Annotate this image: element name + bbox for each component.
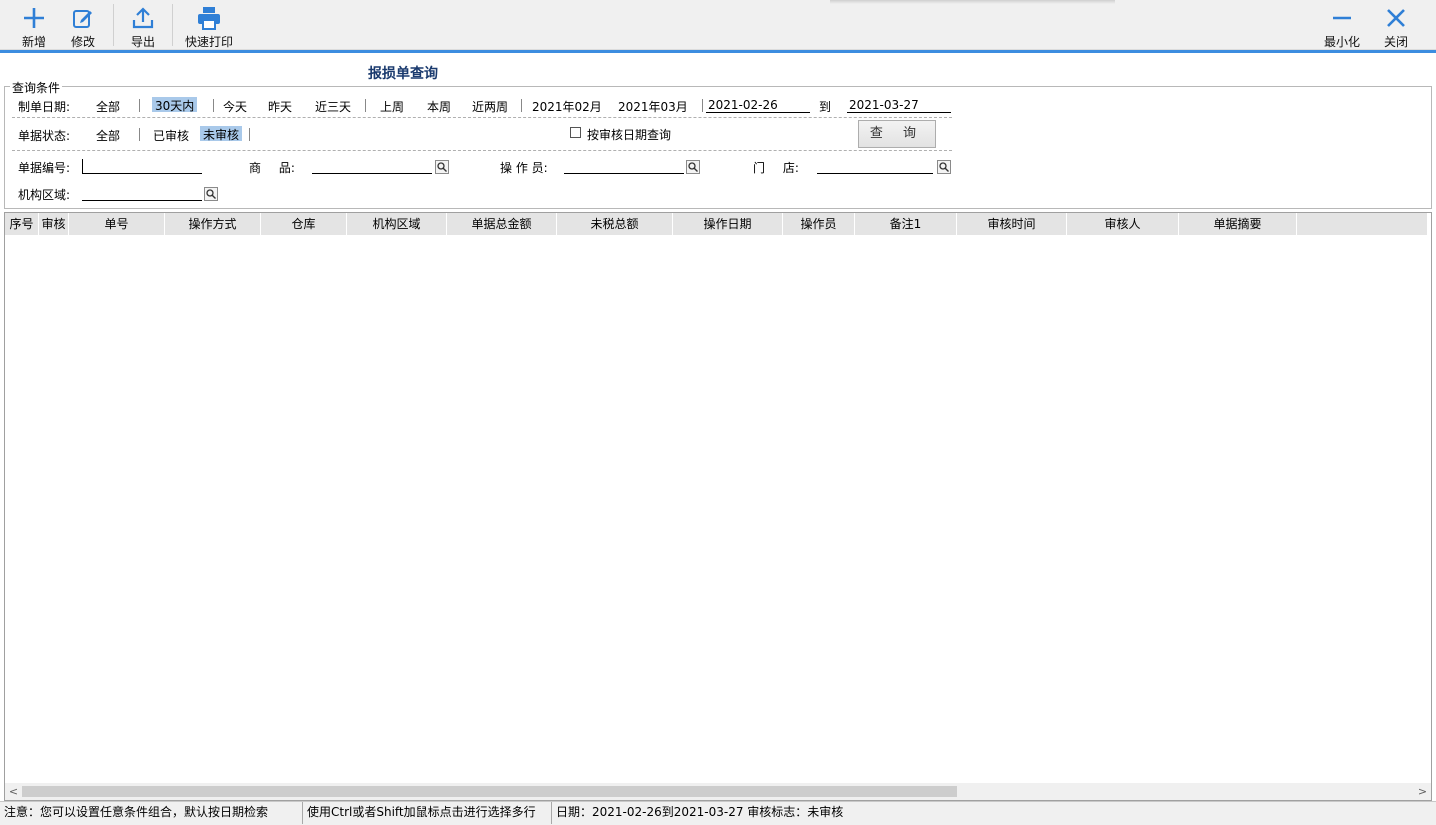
toolbar-accent-line xyxy=(0,50,1436,53)
date-option-2weeks[interactable]: 近两周 xyxy=(469,98,511,115)
status-option-all[interactable]: 全部 xyxy=(93,127,123,144)
date-to-field[interactable]: 2021-03-27 xyxy=(847,98,951,113)
scroll-right-icon[interactable]: > xyxy=(1414,783,1431,800)
column-header[interactable]: 仓库 xyxy=(261,213,347,235)
status-bar: 注意：您可以设置任意条件组合，默认按日期检索 使用Ctrl或者Shift加鼠标点… xyxy=(0,801,1436,825)
divider xyxy=(365,99,366,112)
query-legend: 查询条件 xyxy=(10,79,63,96)
scrollbar-thumb[interactable] xyxy=(22,786,957,797)
store-input[interactable] xyxy=(817,159,933,174)
edit-label: 修改 xyxy=(70,35,95,49)
export-button[interactable]: 导出 xyxy=(123,4,163,49)
column-header[interactable]: 审核时间 xyxy=(957,213,1067,235)
export-label: 导出 xyxy=(130,35,155,49)
upload-icon xyxy=(132,7,154,29)
toolbar: 新增 修改 导出 快速打印 最小化 关闭 xyxy=(0,0,1436,50)
add-label: 新增 xyxy=(21,35,46,49)
operator-lookup-button[interactable] xyxy=(686,160,700,174)
date-from-field[interactable]: 2021-02-26 xyxy=(706,98,810,113)
divider xyxy=(249,128,250,141)
printer-icon xyxy=(198,7,220,30)
region-label: 机构区域: xyxy=(18,188,71,202)
quick-print-button[interactable]: 快速打印 xyxy=(180,4,238,49)
edit-button[interactable]: 修改 xyxy=(63,4,103,49)
edit-icon xyxy=(73,10,92,28)
add-button[interactable]: 新增 xyxy=(14,4,54,49)
results-grid[interactable]: 序号 审核 单号 操作方式 仓库 机构区域 单据总金额 未税总额 操作日期 操作… xyxy=(4,212,1432,801)
column-header[interactable]: 单据总金额 xyxy=(447,213,557,235)
divider xyxy=(213,99,214,112)
status-summary: 日期：2021-02-26到2021-03-27 审核标志：未审核 xyxy=(556,805,844,819)
operator-input[interactable] xyxy=(564,159,684,174)
divider xyxy=(139,128,140,141)
search-icon xyxy=(437,162,447,172)
scroll-left-icon[interactable]: < xyxy=(5,783,22,800)
column-header[interactable]: 操作日期 xyxy=(673,213,783,235)
grid-header: 序号 审核 单号 操作方式 仓库 机构区域 单据总金额 未税总额 操作日期 操作… xyxy=(5,213,1427,235)
date-option-feb[interactable]: 2021年02月 xyxy=(529,98,605,115)
window-shadow xyxy=(830,0,1115,4)
horizontal-scrollbar[interactable]: < > xyxy=(5,783,1431,800)
goods-label: 商 品: xyxy=(249,161,295,175)
goods-input[interactable] xyxy=(312,159,432,174)
store-lookup-button[interactable] xyxy=(937,160,951,174)
date-option-all[interactable]: 全部 xyxy=(93,98,123,115)
search-icon xyxy=(688,162,698,172)
column-header[interactable]: 审核 xyxy=(39,213,69,235)
minimize-button[interactable]: 最小化 xyxy=(1320,4,1364,49)
operator-label: 操 作 员: xyxy=(500,161,548,175)
close-button[interactable]: 关闭 xyxy=(1376,4,1416,49)
column-header[interactable]: 未税总额 xyxy=(557,213,673,235)
minimize-label: 最小化 xyxy=(1323,35,1360,49)
status-option-unaudited[interactable]: 未审核 xyxy=(200,126,243,142)
minimize-icon xyxy=(1333,16,1351,20)
goods-lookup-button[interactable] xyxy=(435,160,449,174)
divider xyxy=(521,99,522,112)
doc-no-input[interactable] xyxy=(82,159,202,174)
divider xyxy=(702,99,703,112)
date-label: 制单日期: xyxy=(18,100,71,114)
date-option-3days[interactable]: 近三天 xyxy=(312,98,354,115)
column-header[interactable]: 序号 xyxy=(5,213,39,235)
status-hint: 注意：您可以设置任意条件组合，默认按日期检索 xyxy=(0,802,303,824)
toolbar-separator xyxy=(172,4,173,46)
region-input[interactable] xyxy=(82,186,202,201)
row-divider xyxy=(12,150,952,151)
close-label: 关闭 xyxy=(1383,35,1408,49)
audit-date-checkbox[interactable] xyxy=(570,127,581,138)
date-option-mar[interactable]: 2021年03月 xyxy=(615,98,691,115)
date-option-last-week[interactable]: 上周 xyxy=(377,98,407,115)
column-header[interactable]: 备注1 xyxy=(855,213,957,235)
row-divider xyxy=(12,117,952,118)
status-label: 单据状态: xyxy=(18,129,71,143)
column-header[interactable]: 单号 xyxy=(69,213,165,235)
date-to-label: 到 xyxy=(819,100,832,114)
close-icon xyxy=(1387,9,1405,27)
date-option-30days[interactable]: 30天内 xyxy=(152,97,198,113)
column-header[interactable]: 机构区域 xyxy=(347,213,447,235)
query-button[interactable]: 查 询 xyxy=(858,120,936,148)
doc-no-label: 单据编号: xyxy=(18,161,71,175)
toolbar-separator xyxy=(113,4,114,46)
date-option-this-week[interactable]: 本周 xyxy=(424,98,454,115)
date-option-today[interactable]: 今天 xyxy=(220,98,250,115)
status-multi-select: 使用Ctrl或者Shift加鼠标点击进行选择多行 xyxy=(303,802,552,824)
divider xyxy=(139,99,140,112)
page-title: 报损单查询 xyxy=(368,66,438,82)
plus-icon xyxy=(24,8,44,28)
region-lookup-button[interactable] xyxy=(204,187,218,201)
column-header[interactable]: 单据摘要 xyxy=(1179,213,1297,235)
search-icon xyxy=(939,162,949,172)
date-option-yesterday[interactable]: 昨天 xyxy=(265,98,295,115)
audit-date-label: 按审核日期查询 xyxy=(587,128,672,142)
store-label: 门 店: xyxy=(753,161,799,175)
status-option-audited[interactable]: 已审核 xyxy=(150,127,192,144)
column-header[interactable]: 操作员 xyxy=(783,213,855,235)
column-header[interactable]: 操作方式 xyxy=(165,213,261,235)
column-header[interactable]: 审核人 xyxy=(1067,213,1179,235)
print-label: 快速打印 xyxy=(184,35,233,49)
search-icon xyxy=(206,189,216,199)
